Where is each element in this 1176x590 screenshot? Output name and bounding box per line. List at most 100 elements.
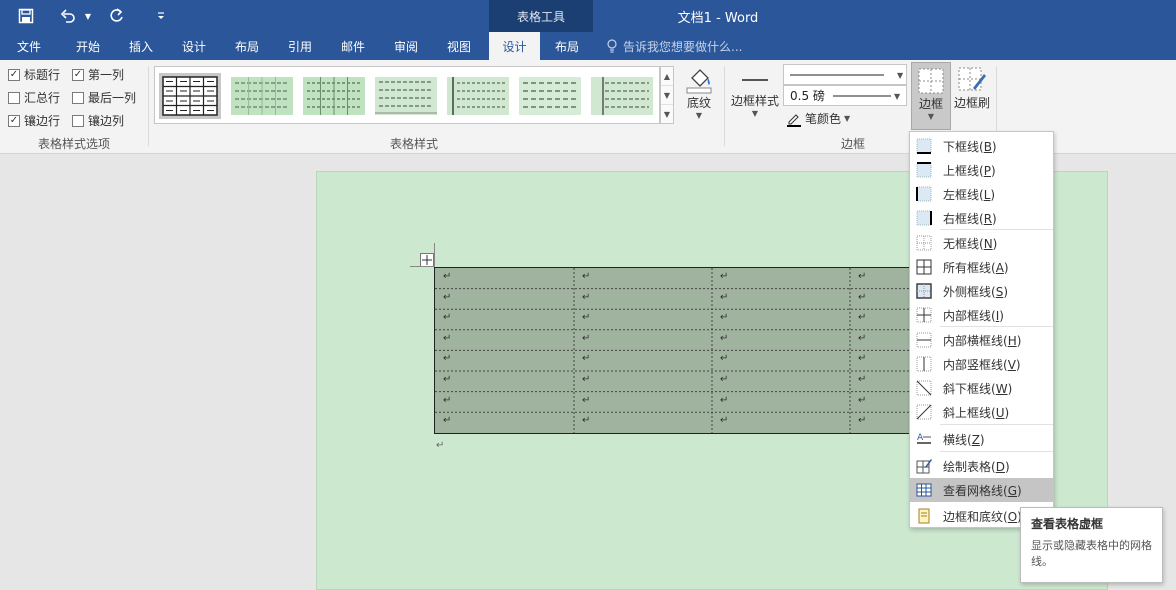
table-tools-context-label: 表格工具 [489, 0, 593, 32]
redo-icon[interactable] [106, 0, 128, 32]
cell-end-mark: ↵ [858, 332, 867, 344]
menu-item-right-border[interactable]: 右框线(R) [910, 206, 1053, 230]
menu-item-no-border[interactable]: 无框线(N) [910, 231, 1053, 255]
border-painter-button[interactable]: 边框刷 [953, 66, 991, 111]
table-style-green-2[interactable] [303, 73, 365, 119]
shading-button[interactable]: 底纹 ▼ [680, 64, 718, 120]
menu-item-bottom-border[interactable]: 下框线(B) [910, 134, 1053, 158]
title-bar: ▼ 表格工具 文档1 - Word [0, 0, 1176, 32]
svg-text:A: A [917, 433, 924, 443]
menu-item-diagonal-up-border[interactable]: 斜上框线(U) [910, 400, 1053, 424]
tell-me-box[interactable]: 告诉我您想要做什么... [606, 32, 742, 60]
checkbox-banded-rows[interactable]: ✓ 镶边行 [8, 112, 60, 129]
ribbon-tabs: 文件 开始 插入 设计 布局 引用 邮件 审阅 视图 设计 布局 告诉我您想要做… [0, 32, 1176, 60]
checkbox-first-column[interactable]: ✓ 第一列 [72, 66, 124, 83]
view-gridlines-icon [916, 482, 932, 498]
menu-item-inside-horizontal-border[interactable]: 内部横框线(H) [910, 328, 1053, 352]
gallery-scroll-up-icon[interactable]: ▲ [661, 67, 673, 86]
tab-view[interactable]: 视图 [437, 32, 481, 60]
menu-item-diagonal-down-border[interactable]: 斜下框线(W) [910, 376, 1053, 400]
table-styles-gallery [154, 66, 660, 124]
checkbox-header-row[interactable]: ✓ 标题行 [8, 66, 60, 83]
table-style-green-6[interactable] [591, 73, 653, 119]
cell-end-mark: ↵ [443, 312, 452, 324]
pen-color-button[interactable]: 笔颜色 ▼ [786, 110, 850, 127]
line-style-dropdown[interactable]: ▼ [783, 64, 907, 85]
table-style-green-4[interactable] [447, 73, 509, 119]
checkbox-banded-columns[interactable]: 镶边列 [72, 112, 124, 129]
menu-item-horizontal-line[interactable]: A 横线(Z) [910, 427, 1053, 451]
menu-item-all-borders[interactable]: 所有框线(A) [910, 255, 1053, 279]
borders-shading-icon [916, 508, 932, 524]
cell-end-mark: ↵ [443, 271, 452, 282]
checkbox-last-column[interactable]: 最后一列 [72, 89, 136, 106]
menu-separator [940, 451, 1053, 452]
table-style-green-1[interactable] [231, 73, 293, 119]
inside-horizontal-border-icon [916, 332, 932, 348]
shading-label: 底纹 [686, 96, 711, 110]
checkbox-box[interactable]: ✓ [72, 68, 84, 81]
menu-item-top-border[interactable]: 上框线(P) [910, 158, 1053, 182]
chevron-down-icon[interactable]: ▼ [82, 0, 94, 32]
menu-item-label: 内部竖框线(V) [943, 357, 1021, 372]
table-style-green-3[interactable] [375, 73, 437, 119]
tab-mailings[interactable]: 邮件 [331, 32, 375, 60]
tab-table-design[interactable]: 设计 [489, 32, 540, 60]
cell-end-mark: ↵ [443, 394, 452, 406]
group-label-style-options: 表格样式选项 [37, 137, 110, 151]
checkbox-box[interactable]: ✓ [8, 68, 20, 81]
table-move-handle-icon[interactable] [420, 253, 434, 267]
menu-item-label: 下框线(B) [943, 139, 997, 154]
menu-item-label: 所有框线(A) [943, 260, 1009, 275]
cell-end-mark: ↵ [582, 312, 591, 324]
menu-item-outside-borders[interactable]: 外侧框线(S) [910, 279, 1053, 303]
menu-item-label: 斜下框线(W) [943, 381, 1013, 396]
pen-icon [787, 113, 801, 127]
checkbox-total-row[interactable]: 汇总行 [8, 89, 60, 106]
tab-home[interactable]: 开始 [66, 32, 110, 60]
borders-dropdown-menu: 下框线(B) 上框线(P) 左框线(L) 右框线(R) 无框线(N) 所有框线(A) 外侧框… [909, 131, 1054, 528]
tab-review[interactable]: 审阅 [384, 32, 428, 60]
diagonal-up-border-icon [916, 404, 932, 420]
pen-color-dropdown-icon: ▼ [844, 114, 851, 123]
cell-end-mark: ↵ [858, 291, 867, 303]
bottom-border-icon [916, 138, 932, 154]
borders-button[interactable]: 边框 ▼ [911, 62, 951, 130]
tab-layout[interactable]: 布局 [225, 32, 269, 60]
tab-table-layout[interactable]: 布局 [545, 32, 589, 60]
tab-insert[interactable]: 插入 [119, 32, 163, 60]
shading-dropdown-icon: ▼ [695, 111, 703, 120]
cell-end-mark: ↵ [582, 353, 591, 365]
borders-icon [918, 68, 944, 94]
menu-item-left-border[interactable]: 左框线(L) [910, 182, 1053, 206]
menu-item-view-gridlines[interactable]: 查看网格线(G) [910, 478, 1053, 502]
menu-item-label: 边框和底纹(O) [943, 509, 1022, 524]
table-style-green-5[interactable] [519, 73, 581, 119]
menu-item-inside-vertical-border[interactable]: 内部竖框线(V) [910, 352, 1053, 376]
checkbox-box[interactable] [72, 114, 84, 127]
line-weight-dropdown[interactable]: 0.5 磅 ▼ [783, 85, 907, 106]
border-styles-button[interactable]: 边框样式 ▼ [730, 68, 780, 118]
gallery-scroll-down-icon[interactable]: ▼ [661, 86, 673, 105]
menu-item-label: 横线(Z) [943, 432, 985, 447]
checkbox-box[interactable]: ✓ [8, 114, 20, 127]
tab-references[interactable]: 引用 [278, 32, 322, 60]
undo-icon[interactable] [56, 0, 80, 32]
checkbox-box[interactable] [8, 91, 20, 104]
save-icon[interactable] [12, 0, 40, 32]
checkbox-label: 标题行 [24, 68, 61, 82]
menu-item-inside-borders[interactable]: 内部框线(I) [910, 303, 1053, 327]
tab-file[interactable]: 文件 [8, 32, 50, 60]
window-title: 文档1 - Word [677, 10, 759, 26]
gallery-more-icon[interactable]: ▼ [661, 105, 673, 124]
tab-design[interactable]: 设计 [172, 32, 216, 60]
customize-qat-icon[interactable] [152, 0, 170, 32]
cell-end-mark: ↵ [582, 394, 591, 406]
cell-end-mark: ↵ [720, 353, 729, 365]
checkbox-box[interactable] [72, 91, 84, 104]
table-style-grid[interactable] [159, 73, 221, 119]
checkbox-label: 第一列 [88, 68, 125, 82]
cell-end-mark: ↵ [443, 374, 452, 385]
document-table[interactable]: ↵ ↵ ↵ ↵ ↵ ↵ ↵ ↵ ↵ ↵ ↵ ↵ ↵ ↵ ↵ ↵ ↵ ↵ ↵ ↵ ↵ ↵ ↵ ↵ ↵ ↵ ↵ ↵ ↵ ↵ ↵ ↵ [434, 267, 914, 434]
menu-item-draw-table[interactable]: 绘制表格(D) [910, 454, 1053, 478]
